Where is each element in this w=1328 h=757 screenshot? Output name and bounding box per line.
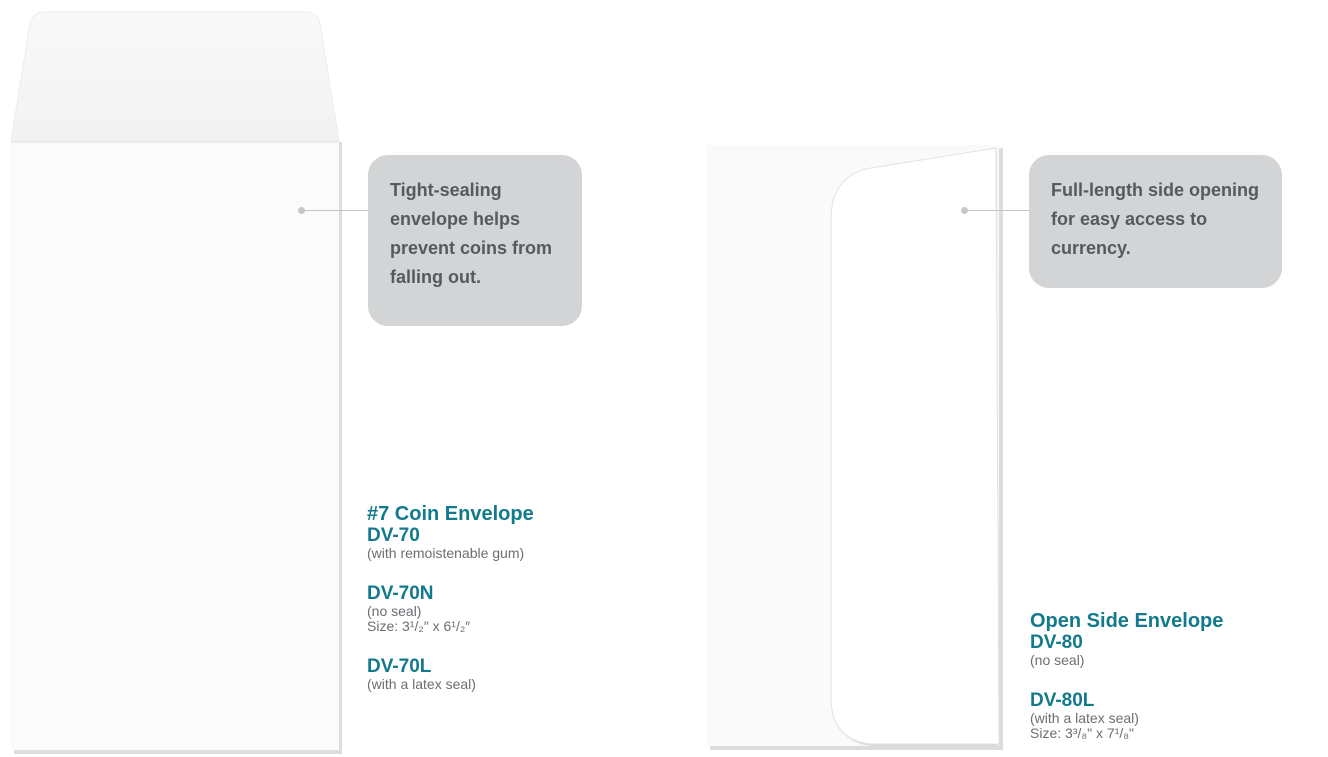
callout-open-side-envelope: Full-length side opening for easy access… [1029,155,1282,288]
model-size: Size: 3¹/₂″ x 6¹/₂″ [367,618,471,634]
model-number: DV-80L [1030,690,1095,711]
model-note: (with remoistenable gum) [367,545,525,561]
product-title: Open Side Envelope [1030,610,1224,632]
model-note: (no seal) [367,603,422,619]
model-number: DV-70L [367,656,432,677]
coin-envelope-info: #7 Coin Envelope DV-70 (with remoistenab… [367,503,534,692]
callout-coin-envelope: Tight-sealing envelope helps prevent coi… [368,155,582,326]
model-size: Size: 3³/₈" x 7¹/₈" [1030,725,1135,741]
model-number: DV-80 [1030,632,1083,653]
callout-connector-line [304,210,368,211]
coin-envelope-image [10,11,342,754]
model-note: (with a latex seal) [367,676,476,692]
model-note: (no seal) [1030,652,1085,668]
callout-connector-line [967,210,1029,211]
open-side-envelope-image [707,145,1003,750]
model-number: DV-70N [367,583,434,604]
open-side-envelope-info: Open Side Envelope DV-80 (no seal) DV-80… [1030,610,1223,741]
product-title: #7 Coin Envelope [367,503,534,525]
model-number: DV-70 [367,525,420,546]
model-note: (with a latex seal) [1030,710,1139,726]
